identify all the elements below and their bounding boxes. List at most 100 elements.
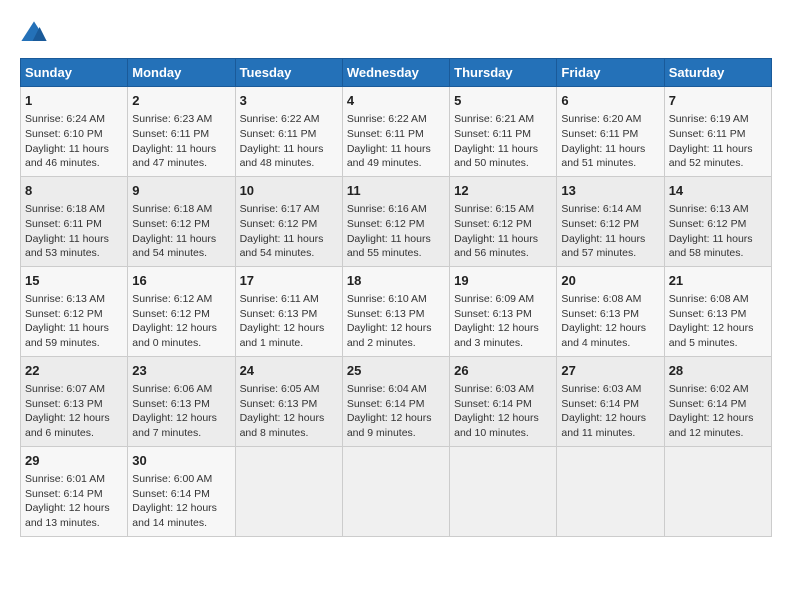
day-number: 20	[561, 272, 659, 290]
calendar-cell: 9Sunrise: 6:18 AMSunset: 6:12 PMDaylight…	[128, 176, 235, 266]
day-detail: Sunrise: 6:18 AMSunset: 6:12 PMDaylight:…	[132, 202, 230, 261]
column-header-saturday: Saturday	[664, 59, 771, 87]
column-header-wednesday: Wednesday	[342, 59, 449, 87]
day-number: 28	[669, 362, 767, 380]
calendar-cell	[450, 446, 557, 536]
calendar-cell: 18 Sunrise: 6:10 AMSunset: 6:13 PMDayligh…	[342, 266, 449, 356]
calendar-cell: 22 Sunrise: 6:07 AMSunset: 6:13 PMDayligh…	[21, 356, 128, 446]
calendar-cell: 3 Sunrise: 6:22 AMSunset: 6:11 PMDaylight…	[235, 87, 342, 177]
day-detail: Sunrise: 6:14 AMSunset: 6:12 PMDaylight:…	[561, 202, 659, 261]
calendar-cell: 7 Sunrise: 6:19 AMSunset: 6:11 PMDaylight…	[664, 87, 771, 177]
calendar-cell: 19 Sunrise: 6:09 AMSunset: 6:13 PMDayligh…	[450, 266, 557, 356]
day-number: 5	[454, 92, 552, 110]
day-number: 17	[240, 272, 338, 290]
calendar-cell: 11Sunrise: 6:16 AMSunset: 6:12 PMDayligh…	[342, 176, 449, 266]
day-number: 21	[669, 272, 767, 290]
column-header-thursday: Thursday	[450, 59, 557, 87]
calendar-cell: 17Sunrise: 6:11 AMSunset: 6:13 PMDayligh…	[235, 266, 342, 356]
day-number: 15	[25, 272, 123, 290]
day-number: 10	[240, 182, 338, 200]
day-number: 2	[132, 92, 230, 110]
calendar-cell: 2 Sunrise: 6:23 AMSunset: 6:11 PMDaylight…	[128, 87, 235, 177]
calendar-cell: 20 Sunrise: 6:08 AMSunset: 6:13 PMDayligh…	[557, 266, 664, 356]
calendar-cell	[235, 446, 342, 536]
calendar-cell: 5 Sunrise: 6:21 AMSunset: 6:11 PMDaylight…	[450, 87, 557, 177]
day-detail: Sunrise: 6:13 AMSunset: 6:12 PMDaylight:…	[669, 202, 767, 261]
day-number: 18	[347, 272, 445, 290]
day-number: 27	[561, 362, 659, 380]
day-number: 7	[669, 92, 767, 110]
day-detail: Sunrise: 6:00 AMSunset: 6:14 PMDaylight:…	[132, 472, 230, 531]
day-detail: Sunrise: 6:23 AMSunset: 6:11 PMDaylight:…	[132, 112, 230, 171]
logo	[20, 20, 52, 48]
calendar-cell: 24 Sunrise: 6:05 AMSunset: 6:13 PMDayligh…	[235, 356, 342, 446]
day-detail: Sunrise: 6:24 AMSunset: 6:10 PMDaylight:…	[25, 112, 123, 171]
day-detail: Sunrise: 6:18 AMSunset: 6:11 PMDaylight:…	[25, 202, 123, 261]
column-header-tuesday: Tuesday	[235, 59, 342, 87]
calendar-week-row: 22 Sunrise: 6:07 AMSunset: 6:13 PMDayligh…	[21, 356, 772, 446]
calendar-cell	[342, 446, 449, 536]
calendar-cell: 29 Sunrise: 6:01 AMSunset: 6:14 PMDayligh…	[21, 446, 128, 536]
day-number: 16	[132, 272, 230, 290]
day-detail: Sunrise: 6:15 AMSunset: 6:12 PMDaylight:…	[454, 202, 552, 261]
day-number: 12	[454, 182, 552, 200]
day-number: 19	[454, 272, 552, 290]
day-detail: Sunrise: 6:03 AMSunset: 6:14 PMDaylight:…	[454, 382, 552, 441]
day-number: 22	[25, 362, 123, 380]
calendar-week-row: 15 Sunrise: 6:13 AMSunset: 6:12 PMDayligh…	[21, 266, 772, 356]
day-detail: Sunrise: 6:21 AMSunset: 6:11 PMDaylight:…	[454, 112, 552, 171]
day-detail: Sunrise: 6:01 AMSunset: 6:14 PMDaylight:…	[25, 472, 123, 531]
day-number: 30	[132, 452, 230, 470]
day-detail: Sunrise: 6:13 AMSunset: 6:12 PMDaylight:…	[25, 292, 123, 351]
calendar-body: 1 Sunrise: 6:24 AMSunset: 6:10 PMDaylight…	[21, 87, 772, 537]
day-number: 8	[25, 182, 123, 200]
day-number: 23	[132, 362, 230, 380]
calendar-cell: 25 Sunrise: 6:04 AMSunset: 6:14 PMDayligh…	[342, 356, 449, 446]
day-detail: Sunrise: 6:17 AMSunset: 6:12 PMDaylight:…	[240, 202, 338, 261]
day-detail: Sunrise: 6:02 AMSunset: 6:14 PMDaylight:…	[669, 382, 767, 441]
calendar-week-row: 8 Sunrise: 6:18 AMSunset: 6:11 PMDaylight…	[21, 176, 772, 266]
calendar-cell: 28 Sunrise: 6:02 AMSunset: 6:14 PMDayligh…	[664, 356, 771, 446]
day-detail: Sunrise: 6:07 AMSunset: 6:13 PMDaylight:…	[25, 382, 123, 441]
day-number: 3	[240, 92, 338, 110]
calendar-week-row: 29 Sunrise: 6:01 AMSunset: 6:14 PMDayligh…	[21, 446, 772, 536]
day-detail: Sunrise: 6:04 AMSunset: 6:14 PMDaylight:…	[347, 382, 445, 441]
calendar-cell: 27 Sunrise: 6:03 AMSunset: 6:14 PMDayligh…	[557, 356, 664, 446]
day-detail: Sunrise: 6:22 AMSunset: 6:11 PMDaylight:…	[240, 112, 338, 171]
day-detail: Sunrise: 6:05 AMSunset: 6:13 PMDaylight:…	[240, 382, 338, 441]
day-number: 24	[240, 362, 338, 380]
calendar-cell: 8 Sunrise: 6:18 AMSunset: 6:11 PMDaylight…	[21, 176, 128, 266]
day-detail: Sunrise: 6:09 AMSunset: 6:13 PMDaylight:…	[454, 292, 552, 351]
calendar-cell	[664, 446, 771, 536]
calendar-cell: 30 Sunrise: 6:00 AMSunset: 6:14 PMDayligh…	[128, 446, 235, 536]
calendar-cell: 16Sunrise: 6:12 AMSunset: 6:12 PMDayligh…	[128, 266, 235, 356]
day-number: 13	[561, 182, 659, 200]
day-number: 29	[25, 452, 123, 470]
calendar-cell: 23Sunrise: 6:06 AMSunset: 6:13 PMDayligh…	[128, 356, 235, 446]
column-header-sunday: Sunday	[21, 59, 128, 87]
day-number: 14	[669, 182, 767, 200]
day-detail: Sunrise: 6:03 AMSunset: 6:14 PMDaylight:…	[561, 382, 659, 441]
day-detail: Sunrise: 6:22 AMSunset: 6:11 PMDaylight:…	[347, 112, 445, 171]
calendar-cell: 21 Sunrise: 6:08 AMSunset: 6:13 PMDayligh…	[664, 266, 771, 356]
page-header	[20, 20, 772, 48]
logo-icon	[20, 20, 48, 48]
day-number: 1	[25, 92, 123, 110]
day-detail: Sunrise: 6:08 AMSunset: 6:13 PMDaylight:…	[669, 292, 767, 351]
day-detail: Sunrise: 6:19 AMSunset: 6:11 PMDaylight:…	[669, 112, 767, 171]
day-number: 4	[347, 92, 445, 110]
day-number: 11	[347, 182, 445, 200]
column-header-monday: Monday	[128, 59, 235, 87]
day-detail: Sunrise: 6:10 AMSunset: 6:13 PMDaylight:…	[347, 292, 445, 351]
calendar-cell: 14 Sunrise: 6:13 AMSunset: 6:12 PMDayligh…	[664, 176, 771, 266]
calendar-cell: 15 Sunrise: 6:13 AMSunset: 6:12 PMDayligh…	[21, 266, 128, 356]
day-number: 6	[561, 92, 659, 110]
column-header-friday: Friday	[557, 59, 664, 87]
day-number: 26	[454, 362, 552, 380]
day-number: 25	[347, 362, 445, 380]
calendar-cell: 1 Sunrise: 6:24 AMSunset: 6:10 PMDaylight…	[21, 87, 128, 177]
calendar-cell: 12 Sunrise: 6:15 AMSunset: 6:12 PMDayligh…	[450, 176, 557, 266]
calendar-cell: 4 Sunrise: 6:22 AMSunset: 6:11 PMDaylight…	[342, 87, 449, 177]
day-detail: Sunrise: 6:08 AMSunset: 6:13 PMDaylight:…	[561, 292, 659, 351]
day-detail: Sunrise: 6:20 AMSunset: 6:11 PMDaylight:…	[561, 112, 659, 171]
